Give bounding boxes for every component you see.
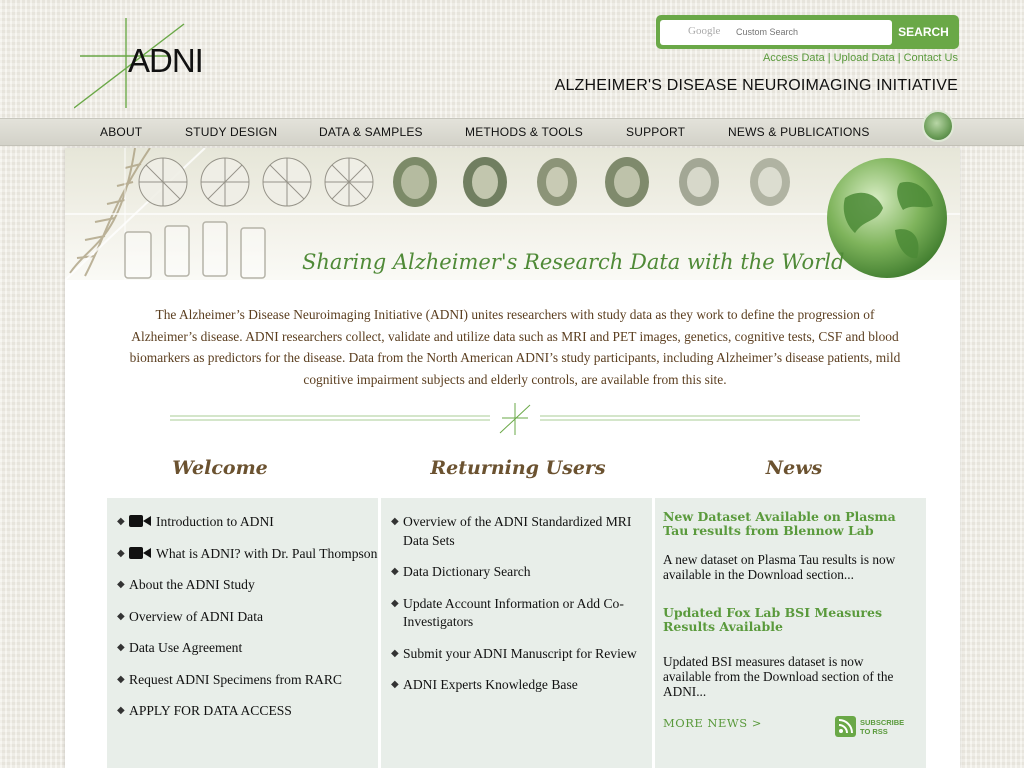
bullet-icon: ◆ xyxy=(391,679,399,690)
returning-item-label: ADNI Experts Knowledge Base xyxy=(403,677,578,692)
main-nav: ABOUT STUDY DESIGN DATA & SAMPLES METHOD… xyxy=(0,118,1024,146)
bullet-icon: ◆ xyxy=(117,610,125,622)
returning-item-label: Data Dictionary Search xyxy=(403,564,531,579)
upload-data-link[interactable]: Upload Data xyxy=(834,52,895,64)
adni-logo[interactable]: ADNI xyxy=(74,16,224,110)
list-item[interactable]: ◆ Request ADNI Specimens from RARC xyxy=(117,671,378,690)
logo-text: ADNI xyxy=(128,42,204,79)
nav-item-study-design[interactable]: STUDY DESIGN xyxy=(185,125,277,139)
returning-item-label: Update Account Information or Add Co-Inv… xyxy=(403,595,624,630)
link-separator: | xyxy=(897,52,901,64)
list-item[interactable]: ◆ Data Dictionary Search xyxy=(391,563,652,582)
bullet-icon: ◆ xyxy=(391,516,399,527)
site-header: ADNI Google SEARCH Access Data|Upload Da… xyxy=(0,0,1024,118)
list-item[interactable]: ◆ ADNI Experts Knowledge Base xyxy=(391,676,652,695)
bullet-icon: ◆ xyxy=(117,705,125,716)
nav-item-data-samples[interactable]: DATA & SAMPLES xyxy=(319,125,423,139)
bullet-icon: ◆ xyxy=(117,547,125,559)
list-item[interactable]: ◆ Submit your ADNI Manuscript for Review xyxy=(391,645,652,664)
banner-title: Sharing Alzheimer's Research Data with t… xyxy=(302,250,845,274)
nav-item-support[interactable]: SUPPORT xyxy=(626,125,685,139)
nav-item-methods-tools[interactable]: METHODS & TOOLS xyxy=(465,125,583,139)
bullet-icon: ◆ xyxy=(391,597,399,609)
returning-users-list: ◆ Overview of the ADNI Standardized MRI … xyxy=(381,498,652,695)
news-column: New Dataset Available on Plasma Tau resu… xyxy=(655,498,926,768)
list-item[interactable]: ◆ Data Use Agreement xyxy=(117,639,378,658)
welcome-item-label: Request ADNI Specimens from RARC xyxy=(129,671,342,687)
news-item: Updated Fox Lab BSI Measures Results Ava… xyxy=(663,606,913,700)
news-headline-link[interactable]: Updated Fox Lab BSI Measures Results Ava… xyxy=(663,606,913,634)
contact-us-link[interactable]: Contact Us xyxy=(904,52,958,64)
site-tagline: ALZHEIMER'S DISEASE NEUROIMAGING INITIAT… xyxy=(554,77,958,94)
google-brand-label: Google xyxy=(688,25,721,37)
welcome-item-label: APPLY FOR DATA ACCESS xyxy=(129,703,292,718)
nav-item-about[interactable]: ABOUT xyxy=(100,125,142,139)
news-item: New Dataset Available on Plasma Tau resu… xyxy=(663,510,913,583)
news-summary: Updated BSI measures dataset is now avai… xyxy=(663,654,894,699)
welcome-item-label: What is ADNI? with Dr. Paul Thompson xyxy=(156,545,378,561)
welcome-item-label: Introduction to ADNI xyxy=(156,514,274,529)
rss-label-line2: TO RSS xyxy=(860,726,888,736)
search-form: Google SEARCH xyxy=(656,15,959,49)
bullet-icon: ◆ xyxy=(117,642,125,653)
news-summary: A new dataset on Plasma Tau results is n… xyxy=(663,552,896,582)
subscribe-rss-button[interactable]: SUBSCRIBE TO RSS xyxy=(835,716,904,737)
list-item[interactable]: ◆ About the ADNI Study xyxy=(117,576,378,595)
video-camera-icon xyxy=(129,515,151,527)
rss-icon xyxy=(835,716,856,737)
list-item[interactable]: ◆ Overview of the ADNI Standardized MRI … xyxy=(391,513,652,550)
welcome-heading: Welcome xyxy=(172,457,268,479)
returning-users-heading: Returning Users xyxy=(430,457,606,479)
bullet-icon: ◆ xyxy=(391,647,399,659)
bullet-icon: ◆ xyxy=(117,579,125,590)
returning-item-label: Submit your ADNI Manuscript for Review xyxy=(403,645,637,661)
rss-label: SUBSCRIBE TO RSS xyxy=(860,718,904,736)
welcome-item-label: About the ADNI Study xyxy=(129,577,255,592)
bullet-icon: ◆ xyxy=(117,673,125,685)
returning-item-label: Overview of the ADNI Standardized MRI Da… xyxy=(403,514,632,548)
list-item[interactable]: ◆ APPLY FOR DATA ACCESS xyxy=(117,702,378,721)
section-divider xyxy=(170,403,860,435)
returning-users-column: ◆ Overview of the ADNI Standardized MRI … xyxy=(381,498,652,768)
video-camera-icon xyxy=(129,546,151,559)
more-news-link[interactable]: MORE NEWS > xyxy=(663,716,762,730)
link-separator: | xyxy=(827,52,831,64)
list-item[interactable]: ◆ Overview of ADNI Data xyxy=(117,608,378,627)
bullet-icon: ◆ xyxy=(391,566,399,577)
brain-icon[interactable] xyxy=(922,110,954,142)
list-item[interactable]: ◆ What is ADNI? with Dr. Paul Thompson xyxy=(117,545,378,564)
list-item[interactable]: ◆ Introduction to ADNI xyxy=(117,513,378,532)
welcome-item-label: Overview of ADNI Data xyxy=(129,608,264,624)
nav-item-news-publications[interactable]: NEWS & PUBLICATIONS xyxy=(728,125,870,139)
access-data-link[interactable]: Access Data xyxy=(763,52,825,64)
search-button[interactable]: SEARCH xyxy=(892,19,955,45)
utility-links: Access Data | Upload Data | Contact Us xyxy=(763,52,958,64)
rss-label-line1: SUBSCRIBE xyxy=(860,717,905,727)
welcome-item-label: Data Use Agreement xyxy=(129,640,243,655)
welcome-list: ◆ Introduction to ADNI ◆ What is ADNI? w… xyxy=(107,498,378,721)
news-headline-link[interactable]: New Dataset Available on Plasma Tau resu… xyxy=(663,510,913,538)
main-content: Sharing Alzheimer's Research Data with t… xyxy=(65,148,960,768)
list-item[interactable]: ◆ Update Account Information or Add Co-I… xyxy=(391,595,652,632)
hero-banner: Sharing Alzheimer's Research Data with t… xyxy=(65,148,960,280)
intro-paragraph: The Alzheimer’s Disease Neuroimaging Ini… xyxy=(129,307,901,387)
news-heading: News xyxy=(765,457,823,479)
bullet-icon: ◆ xyxy=(117,516,125,527)
welcome-column: ◆ Introduction to ADNI ◆ What is ADNI? w… xyxy=(107,498,378,768)
